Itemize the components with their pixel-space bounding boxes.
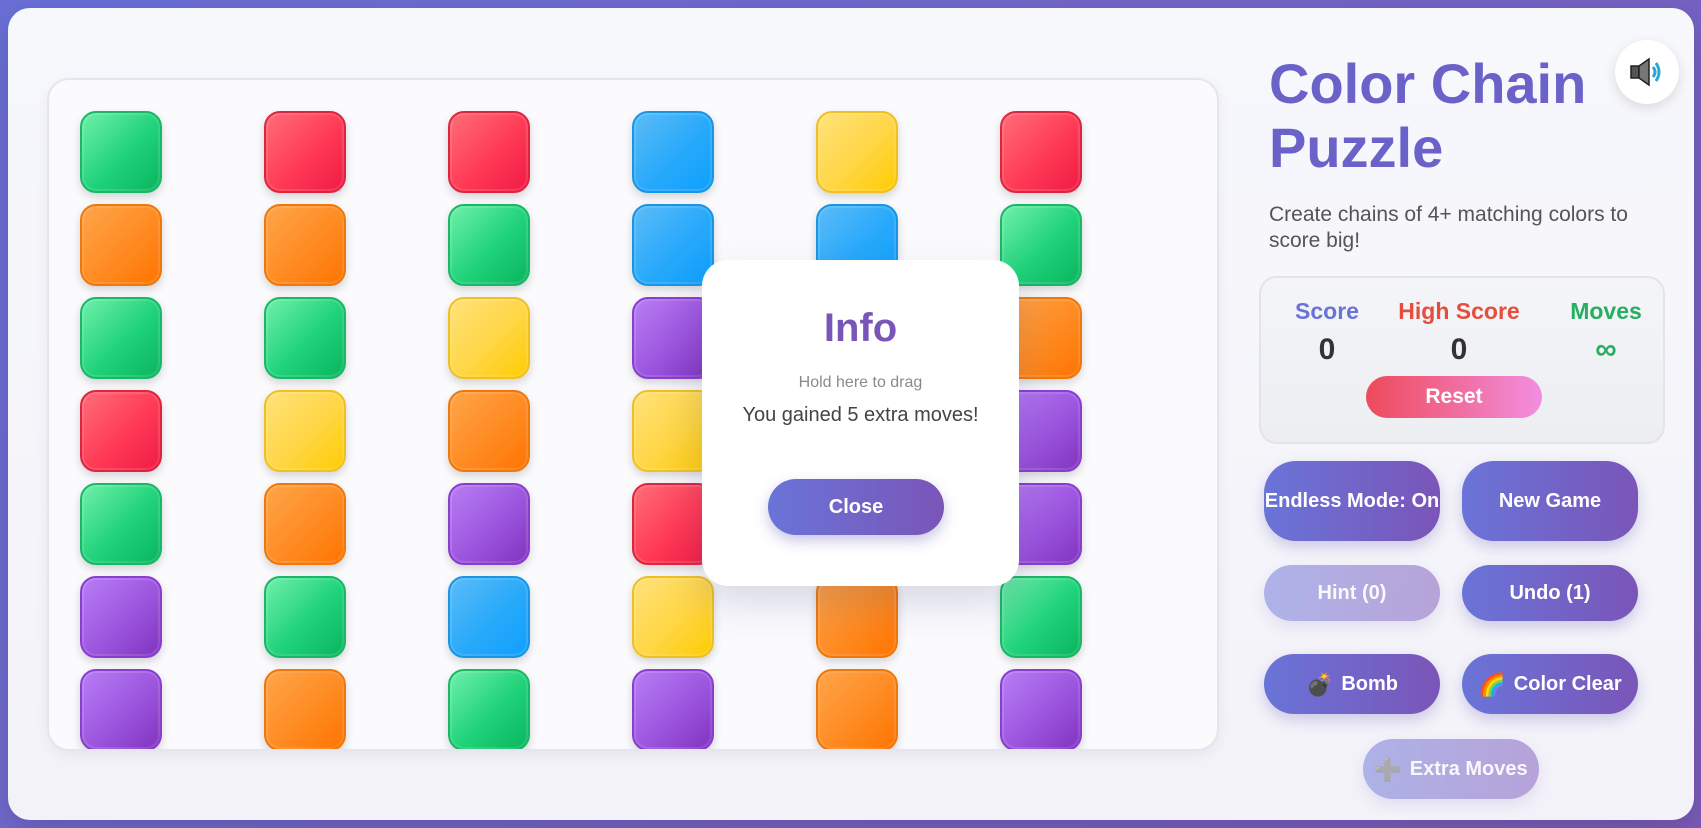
tile-green[interactable]: [80, 483, 162, 565]
tile-green[interactable]: [264, 297, 346, 379]
game-subtitle: Create chains of 4+ matching colors to s…: [1269, 203, 1628, 252]
moves-label: Moves: [1570, 298, 1642, 324]
modal-close-button[interactable]: Close: [768, 479, 944, 535]
high-score-label: High Score: [1398, 298, 1520, 324]
game-board: [47, 78, 1219, 751]
tile-blue[interactable]: [632, 204, 714, 286]
info-modal: Info Hold here to drag You gained 5 extr…: [702, 260, 1019, 586]
plus-icon: ➕: [1374, 756, 1402, 782]
bomb-icon: 💣: [1305, 671, 1334, 697]
moves-value: ∞: [1595, 333, 1617, 366]
tile-purple[interactable]: [1000, 669, 1082, 749]
extra-moves-label: Extra Moves: [1409, 757, 1528, 780]
tile-red[interactable]: [264, 111, 346, 193]
game-window: Info Hold here to drag You gained 5 extr…: [8, 8, 1694, 820]
tile-green[interactable]: [1000, 576, 1082, 658]
modal-message: You gained 5 extra moves!: [742, 404, 979, 426]
undo-button[interactable]: Undo (1): [1462, 565, 1638, 621]
reset-button[interactable]: Reset: [1366, 376, 1542, 418]
tile-green[interactable]: [80, 111, 162, 193]
tile-red[interactable]: [448, 111, 530, 193]
high-score-value: 0: [1450, 333, 1468, 366]
extra-moves-button[interactable]: ➕ Extra Moves: [1363, 739, 1539, 799]
tile-orange[interactable]: [264, 669, 346, 749]
tile-orange[interactable]: [816, 669, 898, 749]
modal-drag-handle[interactable]: Hold here to drag: [702, 374, 1019, 392]
high-score-stat: High Score 0: [1394, 298, 1524, 367]
tile-orange[interactable]: [264, 483, 346, 565]
score-value: 0: [1318, 333, 1336, 366]
tile-orange[interactable]: [80, 204, 162, 286]
new-game-button[interactable]: New Game: [1462, 461, 1638, 541]
color-clear-label: Color Clear: [1513, 672, 1622, 695]
hint-button[interactable]: Hint (0): [1264, 565, 1440, 621]
tile-green[interactable]: [448, 669, 530, 749]
color-clear-button[interactable]: 🌈 Color Clear: [1462, 654, 1638, 714]
tile-purple[interactable]: [80, 576, 162, 658]
tile-red[interactable]: [80, 390, 162, 472]
tile-purple[interactable]: [80, 669, 162, 749]
tile-orange[interactable]: [264, 204, 346, 286]
tile-red[interactable]: [1000, 111, 1082, 193]
modal-title: Info: [823, 306, 898, 350]
moves-stat: Moves ∞: [1561, 298, 1651, 367]
tile-green[interactable]: [80, 297, 162, 379]
tile-orange[interactable]: [448, 390, 530, 472]
bomb-label: Bomb: [1341, 672, 1399, 695]
bomb-button[interactable]: 💣 Bomb: [1264, 654, 1440, 714]
tile-purple[interactable]: [632, 669, 714, 749]
tile-green[interactable]: [448, 204, 530, 286]
tile-blue[interactable]: [448, 576, 530, 658]
tile-green[interactable]: [264, 576, 346, 658]
tile-yellow[interactable]: [264, 390, 346, 472]
tile-yellow[interactable]: [448, 297, 530, 379]
game-title: Color Chain Puzzle: [1269, 52, 1587, 179]
score-stat: Score 0: [1281, 298, 1373, 367]
rainbow-icon: 🌈: [1478, 671, 1506, 697]
score-label: Score: [1295, 298, 1359, 324]
tile-yellow[interactable]: [632, 576, 714, 658]
tile-orange[interactable]: [816, 576, 898, 658]
score-panel: Score 0 High Score 0 Moves ∞ Reset: [1259, 276, 1665, 444]
tile-yellow[interactable]: [816, 111, 898, 193]
endless-mode-button[interactable]: Endless Mode: On: [1264, 461, 1440, 541]
tile-blue[interactable]: [632, 111, 714, 193]
tile-purple[interactable]: [448, 483, 530, 565]
